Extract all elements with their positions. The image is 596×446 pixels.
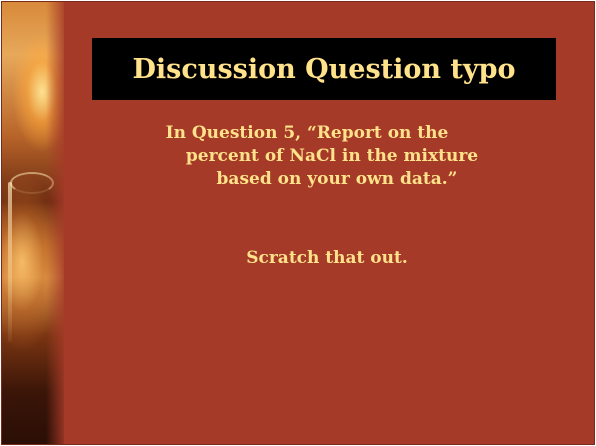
- body-line: based on your own data.”: [216, 169, 458, 189]
- beaker-photo-icon: [2, 2, 64, 444]
- beaker-rim: [10, 172, 54, 194]
- beaker-edge: [8, 182, 12, 342]
- body-line: In Question 5, “Report on the: [165, 123, 449, 143]
- slide: Discussion Question typo In Question 5, …: [1, 1, 595, 445]
- slide-title: Discussion Question typo: [132, 53, 516, 85]
- body-line: percent of NaCl in the mixture: [185, 146, 479, 166]
- slide-note: Scratch that out.: [246, 248, 408, 268]
- title-box: Discussion Question typo: [92, 38, 556, 100]
- slide-body: In Question 5, “Report on the percent of…: [102, 122, 552, 191]
